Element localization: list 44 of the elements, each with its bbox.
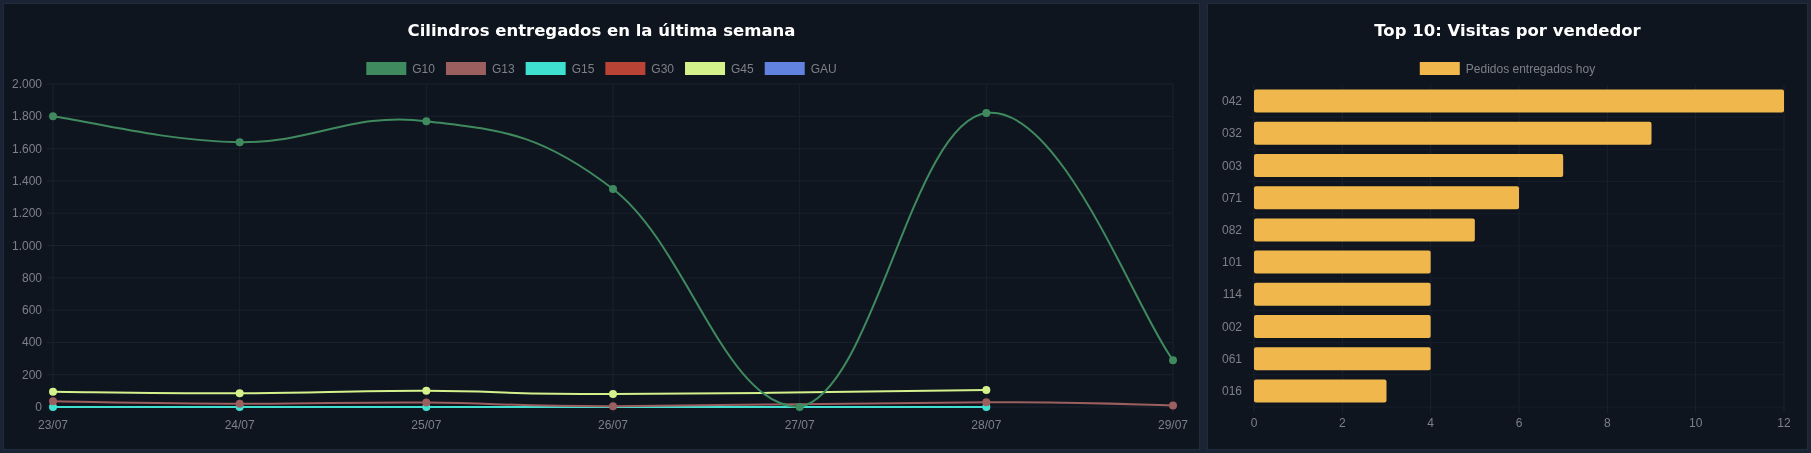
axis-label: 0: [1250, 416, 1258, 430]
axis-label: 101: [1221, 255, 1242, 270]
axis-label: 1.000: [11, 238, 42, 253]
axis-label: 042: [1221, 94, 1242, 109]
legend-label[interactable]: GAU: [810, 62, 837, 76]
legend-label[interactable]: G30: [651, 62, 674, 76]
axis-label: 400: [21, 335, 42, 350]
chart-title: Top 10: Visitas por vendedor: [1374, 21, 1641, 40]
axis-label: 800: [21, 270, 42, 285]
axis-label: 002: [1221, 319, 1242, 334]
axis-label: 600: [21, 303, 42, 318]
axis-label: 23/07: [38, 418, 68, 432]
axis-label: 200: [21, 367, 42, 382]
axis-label: 082: [1221, 222, 1242, 237]
axis-label: 10: [1689, 416, 1703, 430]
axis-label: 1.400: [11, 173, 42, 188]
axis-label: 28/07: [971, 418, 1002, 432]
chart-title: Cilindros entregados en la última semana: [407, 21, 796, 40]
axis-label: 2: [1339, 416, 1346, 430]
axis-label: 1.200: [11, 206, 42, 221]
axis-label: 1.600: [11, 141, 42, 156]
axis-label: 2.000: [11, 77, 42, 91]
legend-label[interactable]: G45: [731, 62, 754, 76]
axis-label: 27/07: [784, 418, 815, 432]
axis-label: 071: [1221, 190, 1242, 205]
axis-label: 061: [1221, 351, 1242, 366]
legend-label[interactable]: G13: [491, 62, 515, 76]
axis-label: 25/07: [411, 418, 442, 432]
axis-label: 016: [1221, 383, 1242, 398]
legend-label[interactable]: Pedidos entregados hoy: [1465, 62, 1596, 76]
axis-label: 4: [1427, 416, 1434, 430]
axis-label: 6: [1515, 416, 1523, 430]
axis-label: 24/07: [224, 418, 255, 432]
axis-label: 114: [1222, 287, 1242, 302]
axis-label: 12: [1777, 416, 1791, 430]
axis-label: 8: [1604, 416, 1611, 430]
axis-label: 032: [1221, 126, 1242, 141]
axis-label: 26/07: [598, 418, 628, 432]
legend-label[interactable]: G15: [571, 62, 595, 76]
legend-label[interactable]: G10: [412, 62, 435, 76]
axis-label: 1.800: [11, 109, 42, 124]
axis-label: 29/07: [1158, 418, 1188, 432]
axis-label: 0: [35, 400, 42, 414]
axis-label: 003: [1221, 158, 1242, 173]
